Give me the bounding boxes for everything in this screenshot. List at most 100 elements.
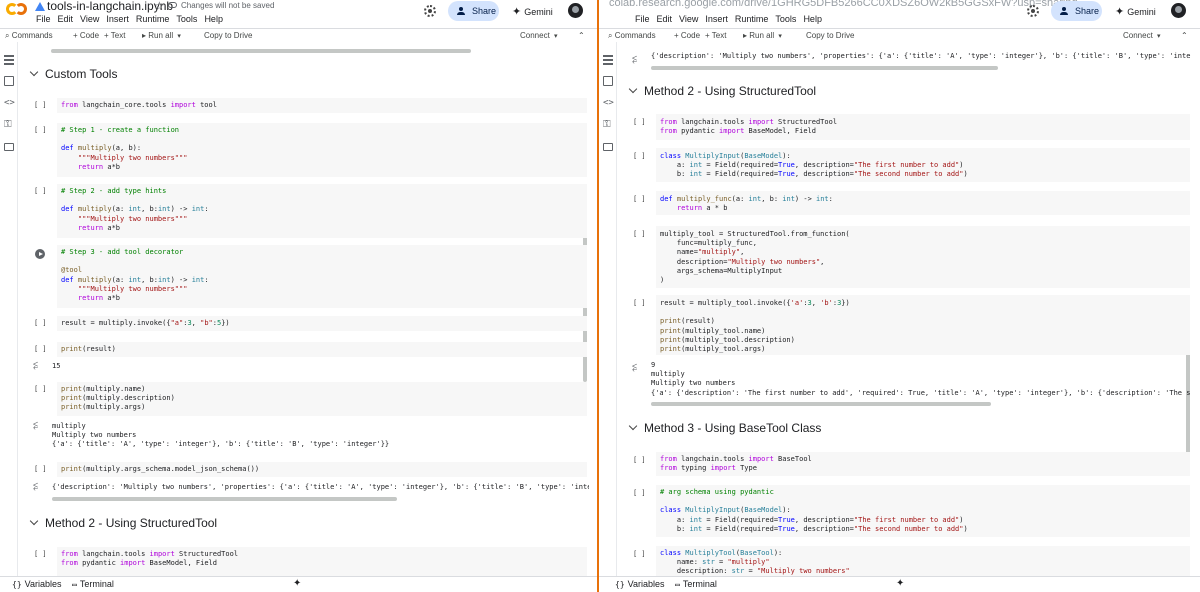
add-text-button[interactable]: + Text <box>104 31 125 40</box>
play-icon[interactable] <box>35 249 45 259</box>
collapse-icon[interactable]: ⌃ <box>578 31 585 40</box>
run-cell-button[interactable]: [ ] <box>34 385 47 393</box>
menu-runtime[interactable]: Runtime <box>136 14 170 24</box>
run-cell-button[interactable]: [ ] <box>633 195 646 203</box>
menu-runtime[interactable]: Runtime <box>735 14 769 24</box>
menu-view[interactable]: View <box>80 14 99 24</box>
run-cell-button[interactable]: [ ] <box>34 187 47 195</box>
section-heading[interactable]: Custom Tools <box>29 67 117 81</box>
code-cell[interactable]: [ ] # Step 2 - add type hints def multip… <box>31 184 587 238</box>
section-heading[interactable]: Method 3 - Using BaseTool Class <box>628 421 821 435</box>
run-cell-button[interactable]: [ ] <box>633 299 646 307</box>
key-icon[interactable]: ⚿ <box>603 120 613 130</box>
folder-icon[interactable] <box>4 143 14 151</box>
share-button[interactable]: Share <box>448 1 499 21</box>
code-cell[interactable]: [ ] # Step 1 - create a function def mul… <box>31 123 587 177</box>
section-heading[interactable]: Method 2 - Using StructuredTool <box>628 84 816 98</box>
connect-button[interactable]: Connect ▾ <box>1123 31 1161 40</box>
commands-button[interactable]: ⌕ Commands <box>5 31 53 41</box>
variables-button[interactable]: {} Variables <box>12 579 62 589</box>
code-cell[interactable]: [ ] from langchain_core.tools import too… <box>31 98 587 113</box>
address-bar-url[interactable]: colab.research.google.com/drive/1GHRG5DF… <box>609 0 1078 9</box>
code-cell[interactable]: [ ] class MultiplyInput(BaseModel): a: i… <box>630 148 1190 182</box>
docs-icon[interactable] <box>603 76 613 86</box>
toc-icon[interactable] <box>603 55 613 65</box>
commands-button[interactable]: ⌕ Commands <box>608 31 656 41</box>
run-cell-button[interactable]: [ ] <box>34 319 47 327</box>
menu-insert[interactable]: Insert <box>106 14 129 24</box>
run-cell-button[interactable]: [ ] <box>633 489 646 497</box>
section-heading[interactable]: Method 2 - Using StructuredTool <box>29 516 217 530</box>
menu-help[interactable]: Help <box>204 14 223 24</box>
run-cell-button[interactable]: [ ] <box>34 101 47 109</box>
code-cell[interactable]: # Step 3 - add tool decorator @tool def … <box>31 245 587 308</box>
variables-button[interactable]: {} Variables <box>615 579 665 589</box>
run-cell-button[interactable]: [ ] <box>34 550 47 558</box>
copy-to-drive-button[interactable]: Copy to Drive <box>806 31 854 40</box>
menu-insert[interactable]: Insert <box>705 14 728 24</box>
code-cell[interactable]: [ ] from langchain.tools import BaseTool… <box>630 452 1190 476</box>
menu-edit[interactable]: Edit <box>58 14 74 24</box>
gemini-button[interactable]: ✦ Gemini <box>512 5 553 18</box>
menu-tools[interactable]: Tools <box>775 14 796 24</box>
folder-icon[interactable] <box>603 143 613 151</box>
collapse-icon[interactable]: ⌃ <box>1181 31 1188 40</box>
run-all-button[interactable]: ▸ Run all ▾ <box>743 31 782 40</box>
code-cell[interactable]: [ ] print(multiply.args_schema.model_jso… <box>31 462 587 477</box>
run-cell-button[interactable]: [ ] <box>633 230 646 238</box>
docs-icon[interactable] <box>4 76 14 86</box>
run-cell-button[interactable]: [ ] <box>34 126 47 134</box>
horizontal-scrollbar[interactable] <box>51 49 471 53</box>
code-cell[interactable]: [ ] result = multiply.invoke({"a":3, "b"… <box>31 316 587 331</box>
notebook-content[interactable]: Custom Tools [ ] from langchain_core.too… <box>19 42 589 576</box>
code-snippets-icon[interactable]: <> <box>603 98 614 108</box>
avatar[interactable] <box>1171 3 1186 18</box>
code-cell[interactable]: [ ] multiply_tool = StructuredTool.from_… <box>630 226 1190 288</box>
run-cell-button[interactable]: [ ] <box>34 465 47 473</box>
code-cell[interactable]: [ ] # arg schema using pydantic class Mu… <box>630 485 1190 537</box>
horizontal-scrollbar[interactable] <box>651 66 998 70</box>
horizontal-scrollbar[interactable] <box>651 402 991 406</box>
terminal-button[interactable]: ▭ Terminal <box>72 579 114 589</box>
avatar[interactable] <box>568 3 583 18</box>
menu-file[interactable]: File <box>36 14 51 24</box>
run-all-button[interactable]: ▸ Run all ▾ <box>142 31 181 40</box>
star-icon[interactable]: ☆ <box>154 0 165 13</box>
gear-icon[interactable] <box>1027 5 1039 17</box>
add-text-button[interactable]: + Text <box>705 31 726 40</box>
run-cell-button[interactable]: [ ] <box>34 345 47 353</box>
add-code-button[interactable]: + Code <box>674 31 700 40</box>
connect-button[interactable]: Connect ▾ <box>520 31 558 40</box>
gemini-button[interactable]: ✦ Gemini <box>1115 5 1156 18</box>
add-code-button[interactable]: + Code <box>73 31 99 40</box>
gemini-spark-icon[interactable]: ✦ <box>293 578 301 589</box>
menu-view[interactable]: View <box>679 14 698 24</box>
copy-to-drive-button[interactable]: Copy to Drive <box>204 31 252 40</box>
key-icon[interactable]: ⚿ <box>4 120 14 130</box>
toc-icon[interactable] <box>4 55 14 65</box>
code-cell[interactable]: [ ] result = multiply_tool.invoke({'a':3… <box>630 295 1190 355</box>
code-cell[interactable]: [ ] from langchain.tools import Structur… <box>630 114 1190 140</box>
run-cell-button[interactable]: [ ] <box>633 118 646 126</box>
menu-tools[interactable]: Tools <box>176 14 197 24</box>
share-button[interactable]: Share <box>1051 1 1102 21</box>
menu-file[interactable]: File <box>635 14 650 24</box>
run-cell-button[interactable]: [ ] <box>633 456 646 464</box>
gemini-spark-icon[interactable]: ✦ <box>896 578 904 589</box>
colab-logo[interactable] <box>6 3 28 17</box>
horizontal-scrollbar[interactable] <box>52 497 397 501</box>
run-cell-button[interactable]: [ ] <box>633 550 646 558</box>
menu-edit[interactable]: Edit <box>657 14 673 24</box>
menu-help[interactable]: Help <box>803 14 822 24</box>
code-cell[interactable]: [ ] def multiply_func(a: int, b: int) ->… <box>630 191 1190 215</box>
code-cell[interactable]: [ ] print(multiply.name) print(multiply.… <box>31 382 587 416</box>
gear-icon[interactable] <box>424 5 436 17</box>
split-divider[interactable] <box>597 0 599 592</box>
code-cell[interactable]: [ ] print(result) <box>31 342 587 357</box>
code-cell[interactable]: [ ] class MultiplyTool(BaseTool): name: … <box>630 546 1190 576</box>
code-snippets-icon[interactable]: <> <box>4 98 15 108</box>
notebook-content[interactable]: ⥶ {'description': 'Multiply two numbers'… <box>618 42 1192 576</box>
code-cell[interactable]: [ ] from langchain.tools import Structur… <box>31 547 587 576</box>
terminal-button[interactable]: ▭ Terminal <box>675 579 717 589</box>
run-cell-button[interactable]: [ ] <box>633 152 646 160</box>
